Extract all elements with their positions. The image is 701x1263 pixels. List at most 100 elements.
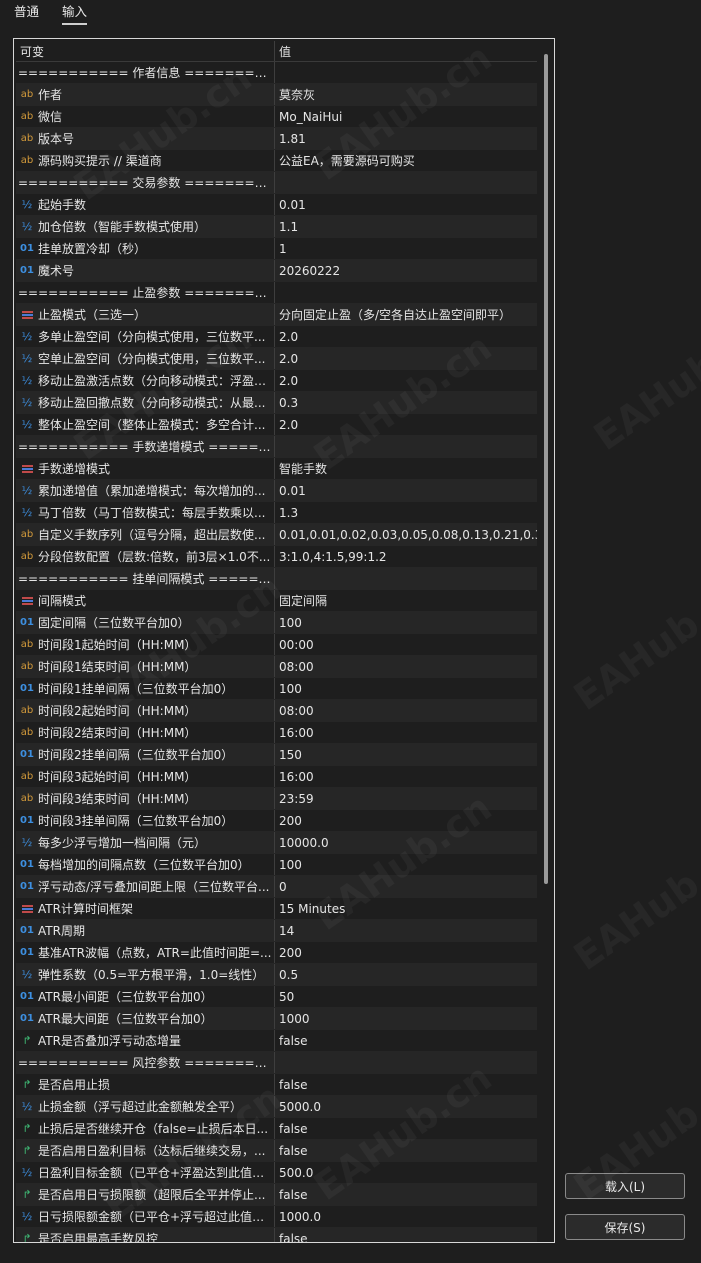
- parameter-row[interactable]: ab 时间段1起始时间（HH:MM） 00:00: [16, 634, 537, 656]
- section-separator-row[interactable]: =========== 挂单间隔模式 ==========...: [16, 568, 537, 590]
- parameter-row[interactable]: ½ 起始手数 0.01: [16, 194, 537, 216]
- section-separator-row[interactable]: =========== 手数递增模式 ==========...: [16, 436, 537, 458]
- parameter-value[interactable]: 1.3: [275, 502, 537, 523]
- parameter-value[interactable]: 1: [275, 238, 537, 259]
- parameter-row[interactable]: 01 ATR最小间距（三位数平台加0） 50: [16, 986, 537, 1008]
- section-separator-row[interactable]: =========== 交易参数 ===========: [16, 172, 537, 194]
- section-separator-row[interactable]: =========== 作者信息 ===========: [16, 62, 537, 84]
- parameter-value[interactable]: false: [275, 1184, 537, 1205]
- parameter-row[interactable]: ab 时间段2起始时间（HH:MM） 08:00: [16, 700, 537, 722]
- parameter-value[interactable]: 2.0: [275, 414, 537, 435]
- parameter-row[interactable]: ½ 每多少浮亏增加一档间隔（元） 10000.0: [16, 832, 537, 854]
- parameter-row[interactable]: ab 时间段3起始时间（HH:MM） 16:00: [16, 766, 537, 788]
- parameter-row[interactable]: ½ 日亏损限额金额（已平仓+浮亏超过此值触... 1000.0: [16, 1206, 537, 1228]
- parameter-value[interactable]: 1.81: [275, 128, 537, 149]
- save-button[interactable]: 保存(S): [565, 1214, 685, 1240]
- parameter-value[interactable]: 08:00: [275, 700, 537, 721]
- parameter-value[interactable]: 0.5: [275, 964, 537, 985]
- parameter-value[interactable]: [275, 282, 537, 303]
- parameter-row[interactable]: ½ 多单止盈空间（分向模式使用，三位数平... 2.0: [16, 326, 537, 348]
- parameter-row[interactable]: ↱ 是否启用止损 false: [16, 1074, 537, 1096]
- parameter-value[interactable]: 00:00: [275, 634, 537, 655]
- parameter-row[interactable]: ab 源码购买提示 // 渠道商 公益EA，需要源码可购买: [16, 150, 537, 172]
- parameter-row[interactable]: ATR计算时间框架 15 Minutes: [16, 898, 537, 920]
- parameter-value[interactable]: 公益EA，需要源码可购买: [275, 150, 537, 171]
- parameter-value[interactable]: 莫奈灰: [275, 84, 537, 105]
- parameter-row[interactable]: ½ 止损金额（浮亏超过此金额触发全平） 5000.0: [16, 1096, 537, 1118]
- parameter-value[interactable]: 500.0: [275, 1162, 537, 1183]
- parameter-value[interactable]: 1000: [275, 1008, 537, 1029]
- parameter-value[interactable]: 2.0: [275, 326, 537, 347]
- parameter-value[interactable]: 20260222: [275, 260, 537, 281]
- parameter-row[interactable]: 间隔模式 固定间隔: [16, 590, 537, 612]
- parameter-row[interactable]: ½ 日盈利目标金额（已平仓+浮盈达到此值后... 500.0: [16, 1162, 537, 1184]
- parameter-value[interactable]: 0.3: [275, 392, 537, 413]
- parameter-value[interactable]: 1.1: [275, 216, 537, 237]
- load-button[interactable]: 载入(L): [565, 1173, 685, 1199]
- parameter-value[interactable]: 150: [275, 744, 537, 765]
- parameter-value[interactable]: 100: [275, 678, 537, 699]
- parameter-value[interactable]: 16:00: [275, 722, 537, 743]
- parameter-row[interactable]: 01 挂单放置冷却（秒） 1: [16, 238, 537, 260]
- parameter-value[interactable]: 14: [275, 920, 537, 941]
- parameter-row[interactable]: ½ 马丁倍数（马丁倍数模式：每层手数乘以... 1.3: [16, 502, 537, 524]
- parameter-row[interactable]: 01 时间段3挂单间隔（三位数平台加0） 200: [16, 810, 537, 832]
- parameter-row[interactable]: 01 ATR最大间距（三位数平台加0） 1000: [16, 1008, 537, 1030]
- parameter-value[interactable]: 0.01: [275, 480, 537, 501]
- parameter-row[interactable]: ab 作者 莫奈灰: [16, 84, 537, 106]
- section-separator-row[interactable]: =========== 止盈参数 ===========: [16, 282, 537, 304]
- parameter-row[interactable]: ½ 空单止盈空间（分向模式使用，三位数平... 2.0: [16, 348, 537, 370]
- parameter-row[interactable]: 手数递增模式 智能手数: [16, 458, 537, 480]
- parameter-row[interactable]: 01 浮亏动态/浮亏叠加间距上限（三位数平台... 0: [16, 876, 537, 898]
- parameter-row[interactable]: ↱ 是否启用日盈利目标（达标后继续交易，... false: [16, 1140, 537, 1162]
- tab-general[interactable]: 普通: [14, 3, 39, 23]
- parameter-value[interactable]: 1000.0: [275, 1206, 537, 1227]
- parameter-row[interactable]: 01 每档增加的间隔点数（三位数平台加0） 100: [16, 854, 537, 876]
- parameter-value[interactable]: [275, 568, 537, 589]
- parameter-value[interactable]: 200: [275, 810, 537, 831]
- parameter-row[interactable]: ½ 移动止盈回撤点数（分向移动模式：从最... 0.3: [16, 392, 537, 414]
- parameter-value[interactable]: [275, 62, 537, 83]
- tab-inputs[interactable]: 输入: [62, 3, 88, 25]
- parameter-value[interactable]: 23:59: [275, 788, 537, 809]
- parameter-row[interactable]: 01 基准ATR波幅（点数，ATR=此值时间距=... 200: [16, 942, 537, 964]
- parameter-row[interactable]: ½ 累加递增值（累加递增模式：每次增加的... 0.01: [16, 480, 537, 502]
- parameter-value[interactable]: Mo_NaiHui: [275, 106, 537, 127]
- parameter-row[interactable]: 01 固定间隔（三位数平台加0） 100: [16, 612, 537, 634]
- parameter-row[interactable]: ½ 整体止盈空间（整体止盈模式：多空合计... 2.0: [16, 414, 537, 436]
- parameter-value[interactable]: 50: [275, 986, 537, 1007]
- parameter-value[interactable]: false: [275, 1228, 537, 1243]
- parameter-row[interactable]: ↱ ATR是否叠加浮亏动态增量 false: [16, 1030, 537, 1052]
- parameter-row[interactable]: ab 版本号 1.81: [16, 128, 537, 150]
- parameter-value[interactable]: 分向固定止盈（多/空各自达止盈空间即平）: [275, 304, 537, 325]
- parameter-row[interactable]: ab 时间段3结束时间（HH:MM） 23:59: [16, 788, 537, 810]
- parameter-row[interactable]: ab 时间段2结束时间（HH:MM） 16:00: [16, 722, 537, 744]
- section-separator-row[interactable]: =========== 风控参数 ===========: [16, 1052, 537, 1074]
- parameter-value[interactable]: false: [275, 1074, 537, 1095]
- parameter-value[interactable]: [275, 436, 537, 457]
- parameter-row[interactable]: 01 时间段1挂单间隔（三位数平台加0） 100: [16, 678, 537, 700]
- parameter-row[interactable]: 01 时间段2挂单间隔（三位数平台加0） 150: [16, 744, 537, 766]
- parameter-row[interactable]: ab 时间段1结束时间（HH:MM） 08:00: [16, 656, 537, 678]
- parameter-row[interactable]: ↱ 是否启用最高手数风控 false: [16, 1228, 537, 1243]
- parameter-row[interactable]: ½ 移动止盈激活点数（分向移动模式：浮盈>... 2.0: [16, 370, 537, 392]
- parameter-row[interactable]: ½ 弹性系数（0.5=平方根平滑，1.0=线性） 0.5: [16, 964, 537, 986]
- parameter-row[interactable]: ab 自定义手数序列（逗号分隔，超出层数使... 0.01,0.01,0.02,0.…: [16, 524, 537, 546]
- parameter-value[interactable]: 3:1.0,4:1.5,99:1.2: [275, 546, 537, 567]
- parameter-value[interactable]: 10000.0: [275, 832, 537, 853]
- parameter-row[interactable]: 01 魔术号 20260222: [16, 260, 537, 282]
- parameter-value[interactable]: 智能手数: [275, 458, 537, 479]
- parameter-value[interactable]: 2.0: [275, 370, 537, 391]
- parameter-row[interactable]: 01 ATR周期 14: [16, 920, 537, 942]
- parameter-value[interactable]: 16:00: [275, 766, 537, 787]
- parameter-value[interactable]: 08:00: [275, 656, 537, 677]
- parameter-value[interactable]: 100: [275, 854, 537, 875]
- parameter-row[interactable]: ab 分段倍数配置（层数:倍数，前3层×1.0不... 3:1.0,4:1.5,99…: [16, 546, 537, 568]
- parameter-value[interactable]: 2.0: [275, 348, 537, 369]
- parameter-value[interactable]: 100: [275, 612, 537, 633]
- parameter-value[interactable]: [275, 172, 537, 193]
- parameter-row[interactable]: 止盈模式（三选一） 分向固定止盈（多/空各自达止盈空间即平）: [16, 304, 537, 326]
- vertical-scrollbar[interactable]: [544, 54, 548, 884]
- parameter-value[interactable]: false: [275, 1118, 537, 1139]
- parameter-value[interactable]: 固定间隔: [275, 590, 537, 611]
